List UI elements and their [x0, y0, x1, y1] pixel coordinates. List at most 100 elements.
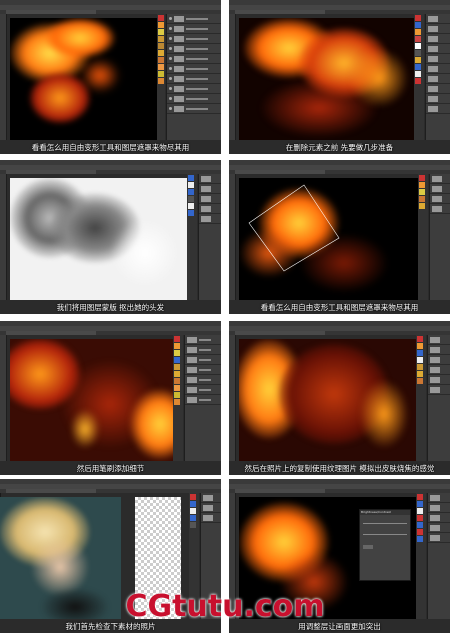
- layer-row[interactable]: [167, 104, 221, 114]
- document-tab[interactable]: [235, 489, 325, 493]
- swatch-icon[interactable]: [174, 364, 180, 370]
- layers-panel[interactable]: [166, 14, 221, 154]
- swatches-strip[interactable]: [173, 335, 183, 475]
- eye-icon[interactable]: [169, 47, 172, 50]
- swatch-icon[interactable]: [158, 57, 164, 63]
- document-canvas[interactable]: [10, 178, 187, 300]
- layer-row[interactable]: [430, 194, 450, 204]
- swatch-icon[interactable]: [158, 43, 164, 49]
- document-tab[interactable]: [6, 170, 96, 174]
- swatch-icon[interactable]: [417, 343, 423, 349]
- eye-icon[interactable]: [169, 87, 172, 90]
- swatch-icon[interactable]: [417, 371, 423, 377]
- layer-row[interactable]: [428, 385, 450, 395]
- tools-panel[interactable]: [0, 335, 7, 475]
- swatches-strip[interactable]: [416, 335, 426, 475]
- layer-row[interactable]: [426, 34, 450, 44]
- layer-row[interactable]: [428, 365, 450, 375]
- layers-panel[interactable]: [198, 174, 221, 314]
- swatch-icon[interactable]: [158, 64, 164, 70]
- layer-row[interactable]: [185, 345, 221, 355]
- swatch-icon[interactable]: [415, 36, 421, 42]
- document-tab[interactable]: [6, 10, 96, 14]
- swatch-icon[interactable]: [190, 515, 196, 521]
- eye-icon[interactable]: [169, 77, 172, 80]
- swatch-icon[interactable]: [190, 508, 196, 514]
- swatch-icon[interactable]: [419, 189, 425, 195]
- tools-panel[interactable]: [229, 14, 236, 154]
- layer-row[interactable]: [428, 503, 450, 513]
- swatch-icon[interactable]: [188, 196, 194, 202]
- swatch-icon[interactable]: [174, 378, 180, 384]
- layer-row[interactable]: [167, 54, 221, 64]
- swatch-icon[interactable]: [417, 508, 423, 514]
- layers-panel[interactable]: [184, 335, 221, 475]
- layer-row[interactable]: [167, 14, 221, 24]
- properties-adjustment-panel[interactable]: Brightness/Contrast: [359, 509, 411, 581]
- swatch-icon[interactable]: [158, 78, 164, 84]
- swatch-icon[interactable]: [419, 203, 425, 209]
- document-tab[interactable]: [6, 489, 96, 493]
- swatch-icon[interactable]: [415, 29, 421, 35]
- document-tab[interactable]: [235, 331, 325, 335]
- layers-panel[interactable]: [427, 335, 450, 475]
- layer-row[interactable]: [167, 94, 221, 104]
- swatch-icon[interactable]: [174, 343, 180, 349]
- layer-row[interactable]: [167, 64, 221, 74]
- layer-row[interactable]: [426, 104, 450, 114]
- layer-row[interactable]: [428, 523, 450, 533]
- swatch-icon[interactable]: [415, 50, 421, 56]
- tools-panel[interactable]: [0, 174, 7, 314]
- layer-row[interactable]: [167, 74, 221, 84]
- swatches-strip[interactable]: [187, 174, 197, 314]
- swatch-icon[interactable]: [419, 196, 425, 202]
- swatch-icon[interactable]: [158, 71, 164, 77]
- layer-row[interactable]: [201, 503, 221, 513]
- eye-icon[interactable]: [169, 97, 172, 100]
- swatch-icon[interactable]: [419, 175, 425, 181]
- swatch-icon[interactable]: [158, 29, 164, 35]
- layer-row[interactable]: [199, 184, 221, 194]
- swatch-icon[interactable]: [158, 15, 164, 21]
- document-tab[interactable]: [6, 331, 96, 335]
- swatches-strip[interactable]: [418, 174, 428, 314]
- layer-row[interactable]: [167, 34, 221, 44]
- swatch-icon[interactable]: [190, 522, 196, 528]
- document-canvas[interactable]: [10, 18, 157, 140]
- swatch-icon[interactable]: [190, 494, 196, 500]
- swatch-icon[interactable]: [415, 64, 421, 70]
- document-canvas[interactable]: [239, 18, 414, 140]
- swatch-icon[interactable]: [417, 515, 423, 521]
- layer-row[interactable]: [426, 54, 450, 64]
- swatch-icon[interactable]: [417, 336, 423, 342]
- swatch-icon[interactable]: [174, 350, 180, 356]
- document-tab[interactable]: [235, 170, 325, 174]
- layer-row[interactable]: [185, 365, 221, 375]
- document-tab-bar[interactable]: [229, 170, 450, 174]
- layers-panel[interactable]: [425, 14, 450, 154]
- swatch-icon[interactable]: [174, 357, 180, 363]
- swatch-icon[interactable]: [417, 501, 423, 507]
- swatch-icon[interactable]: [417, 364, 423, 370]
- layer-row[interactable]: [426, 84, 450, 94]
- swatch-icon[interactable]: [190, 501, 196, 507]
- eye-icon[interactable]: [169, 107, 172, 110]
- document-canvas[interactable]: [10, 339, 173, 461]
- swatch-icon[interactable]: [174, 399, 180, 405]
- layer-row[interactable]: [430, 204, 450, 214]
- brightness-slider[interactable]: [363, 523, 407, 524]
- swatches-strip[interactable]: [157, 14, 165, 154]
- layer-row[interactable]: [199, 214, 221, 224]
- transform-bounding-box[interactable]: [244, 183, 344, 273]
- swatch-icon[interactable]: [415, 71, 421, 77]
- swatch-icon[interactable]: [174, 385, 180, 391]
- eye-icon[interactable]: [169, 17, 172, 20]
- swatch-icon[interactable]: [188, 182, 194, 188]
- eye-icon[interactable]: [169, 27, 172, 30]
- layer-row[interactable]: [426, 44, 450, 54]
- swatch-icon[interactable]: [415, 22, 421, 28]
- swatch-icon[interactable]: [415, 15, 421, 21]
- swatch-icon[interactable]: [174, 336, 180, 342]
- swatch-icon[interactable]: [158, 36, 164, 42]
- swatch-icon[interactable]: [417, 529, 423, 535]
